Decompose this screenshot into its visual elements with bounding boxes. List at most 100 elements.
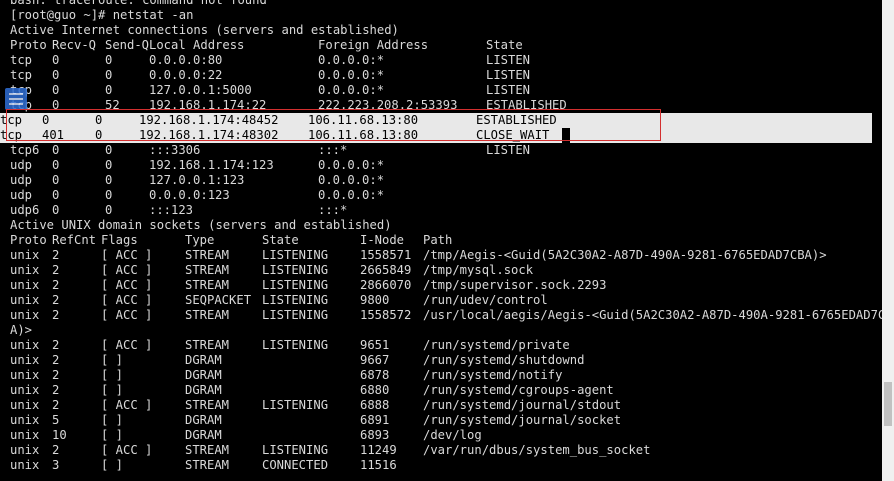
cell: 6888 — [360, 398, 390, 412]
cell: 10 — [52, 428, 67, 442]
inet-section-header: Active Internet connections (servers and… — [10, 23, 399, 37]
cell: LISTEN — [486, 143, 531, 157]
cell: unix — [10, 398, 40, 412]
cell: [ ACC ] — [101, 398, 153, 412]
cell: 2 — [52, 443, 60, 457]
cell: [ ] — [101, 353, 124, 367]
list-icon[interactable] — [5, 88, 27, 110]
unix-row: unix 2 [ ] DGRAM 6880/run/systemd/cgroups-ag… — [10, 383, 880, 398]
inet-row: tcp 0 0 0.0.0.0:80 0.0.0.0:* LISTEN — [10, 53, 880, 68]
unix-row: unix 2 [ ACC ] STREAM LISTENING 2665849/tmp/m… — [10, 263, 880, 278]
cell: unix — [10, 278, 40, 292]
cell: DGRAM — [185, 413, 222, 427]
cell: unix — [10, 248, 40, 262]
cell: 2 — [52, 248, 60, 262]
cell: :::123 — [149, 203, 194, 217]
cell: 0 — [95, 128, 103, 142]
inet-row: udp 0 0 0.0.0.0:123 0.0.0.0:* — [10, 188, 880, 203]
terminal-prompt: [root@guo ~]# netstat -an — [10, 8, 194, 22]
cell: LISTEN — [486, 68, 531, 82]
cell: Send-Q — [105, 38, 150, 52]
cell: :::* — [318, 203, 348, 217]
cell: SEQPACKET — [185, 293, 252, 307]
cell: /run/systemd/cgroups-agent — [423, 383, 614, 397]
cell: 0 — [52, 158, 60, 172]
cell: 0 — [105, 173, 113, 187]
cell: tcp — [0, 128, 23, 142]
cell: LISTENING — [262, 278, 329, 292]
cell: LISTEN — [486, 83, 531, 97]
unix-section-header: Active UNIX domain sockets (servers and … — [10, 218, 392, 232]
unix-row: unix 2 [ ACC ] STREAM LISTENING 9651/run/syst… — [10, 338, 880, 353]
unix-row: unix 10 [ ] DGRAM 6893/dev/log — [10, 428, 880, 443]
cell: [ ACC ] — [101, 248, 153, 262]
unix-row: unix 2 [ ACC ] STREAM LISTENING 6888/run/syst… — [10, 398, 880, 413]
cell: 52 — [105, 98, 120, 112]
cell: unix — [10, 263, 40, 277]
terminal-line-partial: bash: traceroute: command not found — [10, 0, 267, 7]
cell: STREAM — [185, 263, 230, 277]
terminal-output: bash: traceroute: command not found [roo… — [0, 0, 893, 473]
cell: State — [486, 38, 523, 52]
cell: 2 — [52, 278, 60, 292]
cell: 0 — [105, 188, 113, 202]
unix-rows: unix 2 [ ACC ] STREAM LISTENING 1558571/tmp/A… — [10, 248, 893, 473]
cell: LISTENING — [262, 338, 329, 352]
cell: unix — [10, 383, 40, 397]
cell: [ ] — [101, 368, 124, 382]
cell: CLOSE_WAIT — [476, 128, 550, 142]
cell: [ ] — [101, 413, 124, 427]
cell: 106.11.68.13:80 — [308, 113, 419, 127]
cell: 5 — [52, 413, 60, 427]
cell: 2 — [52, 353, 60, 367]
cell: /run/systemd/notify — [423, 368, 563, 382]
cell: unix — [10, 428, 40, 442]
cell: tcp — [10, 68, 33, 82]
cell: DGRAM — [185, 368, 222, 382]
scrollbar-thumb[interactable] — [884, 382, 892, 426]
cell: 0 — [52, 173, 60, 187]
cell: STREAM — [185, 458, 230, 472]
cell: unix — [10, 368, 40, 382]
inet-row: tcp 0 0 192.168.1.174:48452 106.11.68.13:80 E… — [0, 113, 872, 128]
cell: 2866070 — [360, 278, 412, 292]
cell: udp6 — [10, 203, 40, 217]
cell: 11249 — [360, 443, 397, 457]
cell: 2665849 — [360, 263, 412, 277]
cell: LISTENING — [262, 293, 329, 307]
cell: /tmp/Aegis-<Guid(5A2C30A2-A87D-490A-9281… — [423, 248, 827, 262]
cell: [ ] — [101, 383, 124, 397]
unix-row: unix 2 [ ACC ] STREAM LISTENING 1558572/usr/l… — [10, 308, 893, 323]
cell: unix — [10, 443, 40, 457]
terminal-window[interactable]: bash: traceroute: command not found [roo… — [0, 0, 894, 481]
cell: Local Address — [149, 38, 245, 52]
cell: [ ACC ] — [101, 308, 153, 322]
cell: 6878 — [360, 368, 390, 382]
cell: :::* — [318, 143, 348, 157]
cell: 9800 — [360, 293, 390, 307]
scrollbar[interactable] — [882, 0, 894, 481]
cell: /run/systemd/shutdownd — [423, 353, 585, 367]
cell: LISTENING — [262, 248, 329, 262]
unix-column-header: Proto RefCnt Flags Type State I-Node Path — [10, 233, 880, 248]
cell: [ ACC ] — [101, 338, 153, 352]
cell: /run/systemd/journal/socket — [423, 413, 622, 427]
cell: 0 — [105, 143, 113, 157]
unix-row: unix 2 [ ] DGRAM 6878/run/systemd/notify — [10, 368, 880, 383]
cell: 106.11.68.13:80 — [308, 128, 419, 142]
inet-column-header: Proto Recv-Q Send-Q Local Address Foreign Ad… — [10, 38, 880, 53]
cell: 0 — [105, 68, 113, 82]
cell: 0.0.0.0:123 — [149, 188, 230, 202]
cell: [ ] — [101, 428, 124, 442]
cell: 2 — [52, 368, 60, 382]
cell: 2 — [52, 338, 60, 352]
unix-row: unix 5 [ ] DGRAM 6891/run/systemd/journal/so… — [10, 413, 880, 428]
cell: LISTENING — [262, 443, 329, 457]
cell: ESTABLISHED — [486, 98, 567, 112]
inet-row: tcp052192.168.1.174:22222.223.208.2:5339… — [10, 98, 880, 113]
cell: /usr/local/aegis/Aegis-<Guid(5A2C30A2-A8… — [423, 308, 893, 322]
cell: Foreign Address — [318, 38, 429, 52]
cell: 1558572 — [360, 308, 412, 322]
cell: tcp — [0, 113, 23, 127]
cell: [ ACC ] — [101, 443, 153, 457]
